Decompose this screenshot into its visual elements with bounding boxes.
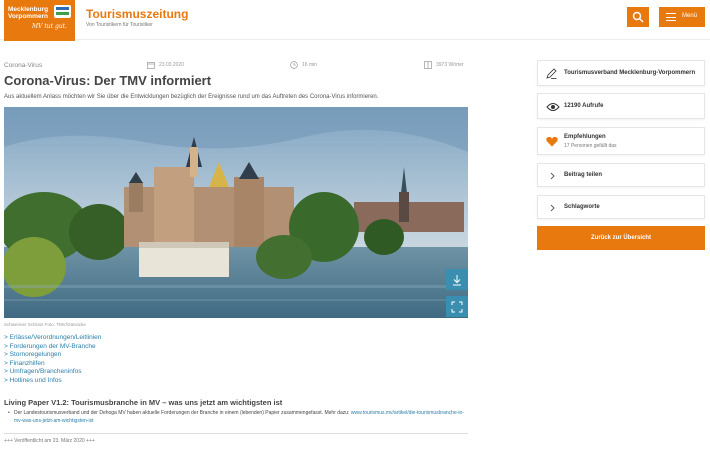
- search-button[interactable]: [627, 7, 649, 27]
- article-hero-image: [4, 107, 468, 318]
- image-caption: Schweriner Schloss Foto: TMV/Gänsicke: [4, 322, 86, 327]
- site-subtitle: Von Touristikern für Touristiker: [86, 22, 153, 28]
- article-date-text: 23.03.2020: [159, 62, 185, 68]
- section-title: Living Paper V1.2: Tourismusbranche in M…: [4, 398, 283, 407]
- download-image-button[interactable]: [446, 269, 468, 290]
- logo-flag-icon: [54, 5, 71, 18]
- article-intro: Aus aktuellem Anlass möchten wir Sie übe…: [4, 94, 379, 100]
- fullscreen-image-button[interactable]: [446, 296, 468, 317]
- castle-photo: [4, 107, 468, 318]
- logo-line-2: Vorpommern: [8, 13, 48, 20]
- article-headline: Corona-Virus: Der TMV informiert: [4, 73, 212, 88]
- site-title[interactable]: Tourismuszeitung: [86, 7, 188, 21]
- recommendations-title: Empfehlungen: [564, 134, 606, 140]
- download-icon: [453, 275, 461, 286]
- calendar-icon: [147, 62, 155, 69]
- section-body: • Der Landestourismusverband und der Deh…: [8, 410, 464, 425]
- recommendations-card[interactable]: Empfehlungen 17 Personen gefällt das: [537, 127, 705, 155]
- site-header: Mecklenburg Vorpommern MV tut gut. Touri…: [0, 0, 710, 41]
- section-text: Der Landestourismusverband und der Dehog…: [14, 410, 350, 416]
- tags-card[interactable]: Schlagworte: [537, 195, 705, 219]
- chevron-right-icon: [550, 204, 555, 212]
- heart-icon: [546, 136, 558, 147]
- menu-label: Menü: [682, 13, 698, 19]
- share-label: Beitrag teilen: [564, 172, 603, 178]
- topic-link[interactable]: > Stornoregelungen: [4, 351, 101, 360]
- pen-icon: [546, 68, 557, 79]
- article-category[interactable]: Corona-Virus: [4, 62, 42, 69]
- clock-icon: [290, 61, 298, 69]
- views-card: 12190 Aufrufe: [537, 93, 705, 119]
- recommendations-count: 17 Personen gefällt das: [564, 143, 617, 149]
- topic-link-list: > Erlässe/Verordnungen/Leitlinien > Ford…: [4, 334, 101, 385]
- article-word-count: 3973 Wörter: [424, 61, 464, 69]
- back-to-overview-button[interactable]: Zurück zur Übersicht: [537, 226, 705, 250]
- fullscreen-icon: [451, 301, 463, 313]
- topic-link[interactable]: > Finanzhilfen: [4, 360, 101, 369]
- article-read-time: 16 min: [290, 61, 317, 69]
- eye-icon: [546, 103, 560, 111]
- hamburger-icon: [666, 13, 676, 21]
- article-read-time-text: 16 min: [302, 62, 318, 68]
- topic-link[interactable]: > Erlässe/Verordnungen/Leitlinien: [4, 334, 101, 343]
- topic-link[interactable]: > Forderungen der MV-Branche: [4, 343, 101, 352]
- chevron-right-icon: [550, 172, 555, 180]
- article-word-count-text: 3973 Wörter: [436, 62, 464, 68]
- divider: [4, 433, 468, 434]
- book-icon: [424, 61, 432, 69]
- site-logo[interactable]: Mecklenburg Vorpommern MV tut gut.: [4, 0, 75, 41]
- logo-slogan: MV tut gut.: [32, 23, 68, 30]
- menu-button[interactable]: Menü: [659, 7, 705, 27]
- article-date: 23.03.2020: [147, 61, 184, 69]
- author-name: Tourismusverband Mecklenburg-Vorpommern: [564, 70, 696, 76]
- published-note: +++ Veröffentlicht am 23. März 2020 +++: [4, 438, 95, 444]
- author-card[interactable]: Tourismusverband Mecklenburg-Vorpommern: [537, 60, 705, 86]
- share-card[interactable]: Beitrag teilen: [537, 163, 705, 187]
- search-icon: [632, 11, 644, 23]
- tags-label: Schlagworte: [564, 204, 600, 210]
- topic-link[interactable]: > Umfragen/Brancheninfos: [4, 368, 101, 377]
- views-count: 12190 Aufrufe: [564, 103, 604, 109]
- bullet: •: [8, 410, 10, 416]
- logo-line-1: Mecklenburg: [8, 6, 49, 13]
- topic-link[interactable]: > Hotlines und Infos: [4, 377, 101, 386]
